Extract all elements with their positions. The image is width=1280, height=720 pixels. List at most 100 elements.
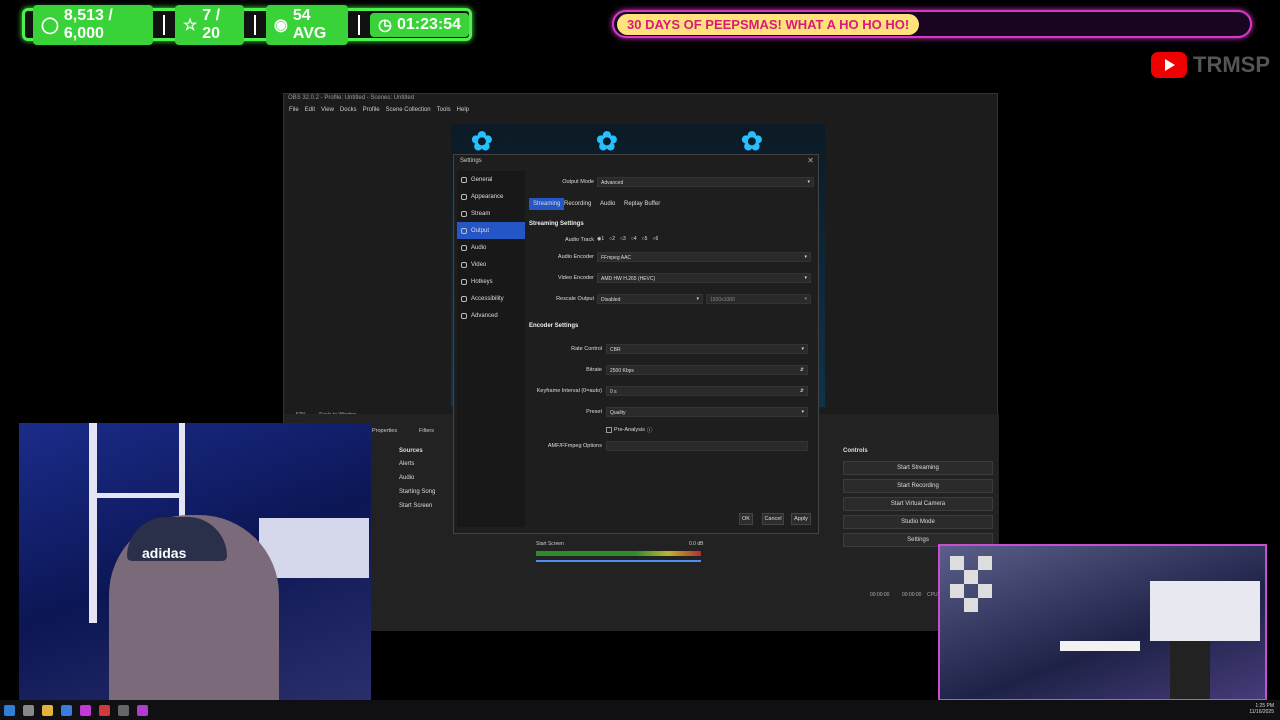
- shelf: [89, 493, 179, 498]
- audio-encoder-select[interactable]: FFmpeg AAC ▾: [597, 252, 811, 262]
- mixer-source-name: Start Screen: [536, 541, 564, 547]
- tab-replay-buffer[interactable]: Replay Buffer: [620, 198, 664, 210]
- sidebar-item-hotkeys[interactable]: Hotkeys: [457, 273, 525, 290]
- bitrate-spinbox[interactable]: 2500 Kbps ⇵: [606, 365, 808, 375]
- system-clock[interactable]: 1:25 PM 11/16/2025: [1249, 703, 1274, 715]
- menu-tools[interactable]: Tools: [437, 107, 451, 113]
- controls-header: Controls: [843, 448, 868, 454]
- chevron-down-icon: ▾: [804, 275, 807, 281]
- preset-select[interactable]: Quality ▾: [606, 407, 808, 417]
- pre-analysis-checkbox[interactable]: Pre-Analysis ⓘ: [606, 426, 652, 434]
- monitor-icon: [461, 261, 467, 268]
- app-icon[interactable]: [137, 704, 148, 716]
- menu-edit[interactable]: Edit: [305, 107, 315, 113]
- encoder-settings-heading: Encoder Settings: [529, 323, 579, 329]
- brand-name: TRMSP: [1193, 52, 1270, 77]
- menu-docks[interactable]: Docks: [340, 107, 357, 113]
- app-icon[interactable]: [61, 704, 72, 716]
- divider: [254, 14, 256, 35]
- marquee-text: 30 DAYS OF PEEPSMAS! WHAT A HO HO HO!: [617, 13, 920, 35]
- studio-mode-button[interactable]: Studio Mode: [843, 515, 993, 529]
- uptime-stat: ◷ 01:23:54: [370, 12, 470, 37]
- video-encoder-select[interactable]: AMD HW H.265 (HEVC) ▾: [597, 273, 811, 283]
- output-mode-select[interactable]: Advanced ▾: [597, 177, 814, 187]
- start-virtual-camera-button[interactable]: Start Virtual Camera: [843, 497, 993, 511]
- search-icon[interactable]: [23, 704, 34, 716]
- preview-graphic: ✿: [471, 126, 493, 156]
- rate-control-label: Rate Control: [571, 346, 602, 352]
- amf-options-input[interactable]: [606, 441, 808, 451]
- rescale-output-select[interactable]: Disabled ▾: [597, 294, 703, 304]
- stream-stats-bar: ◯ 8,513 / 6,000 ☆ 7 / 20 ◉ 54 AVG ◷ 01:23:54: [22, 4, 472, 45]
- volume-slider[interactable]: [536, 560, 701, 562]
- close-icon[interactable]: ✕: [807, 156, 814, 165]
- obs-menubar: File Edit View Docks Profile Scene Colle…: [284, 104, 997, 116]
- audio-track-radio[interactable]: ○2: [609, 236, 615, 242]
- menu-file[interactable]: File: [289, 107, 299, 113]
- menu-view[interactable]: View: [321, 107, 334, 113]
- info-icon: ⓘ: [646, 428, 653, 434]
- apply-button[interactable]: Apply: [791, 513, 811, 525]
- rescale-resolution-select[interactable]: 1920x1080 ▾: [706, 294, 811, 304]
- taskbar: 1:25 PM 11/16/2025: [0, 700, 1280, 720]
- sidebar-item-video[interactable]: Video: [457, 256, 525, 273]
- chevron-down-icon: ▾: [807, 179, 810, 185]
- obs-icon[interactable]: [118, 704, 129, 716]
- preset-label: Preset: [586, 409, 602, 415]
- menu-profile[interactable]: Profile: [363, 107, 380, 113]
- accessibility-icon: [461, 295, 467, 302]
- viewers-stat: ◉ 54 AVG: [265, 4, 349, 45]
- start-recording-button[interactable]: Start Recording: [843, 479, 993, 493]
- checker-tile: [978, 584, 992, 598]
- folder-icon[interactable]: [42, 704, 53, 716]
- speaker-icon: [461, 244, 467, 251]
- menu-help[interactable]: Help: [457, 107, 469, 113]
- tab-audio[interactable]: Audio: [596, 198, 619, 210]
- tab-properties[interactable]: Properties: [372, 428, 397, 434]
- monitors: [1150, 581, 1260, 641]
- menu-scene-collection[interactable]: Scene Collection: [386, 107, 431, 113]
- cancel-button[interactable]: Cancel: [762, 513, 784, 525]
- tab-filters[interactable]: Filters: [419, 428, 434, 434]
- person-icon: ◯: [41, 16, 59, 34]
- sidebar-item-general[interactable]: General: [457, 171, 525, 188]
- sidebar-item-accessibility[interactable]: Accessibility: [457, 290, 525, 307]
- audio-track-radio[interactable]: ○3: [620, 236, 626, 242]
- preview-graphic: ✿: [596, 126, 618, 156]
- browser-icon[interactable]: [99, 704, 110, 716]
- windows-start-icon[interactable]: [4, 704, 15, 716]
- divider: [358, 14, 360, 35]
- status-time: 00:00:00: [870, 592, 890, 598]
- tab-recording[interactable]: Recording: [560, 198, 595, 210]
- rate-control-select[interactable]: CBR ▾: [606, 344, 808, 354]
- preview-graphic: ✿: [741, 126, 763, 156]
- keyframe-interval-spinbox[interactable]: 0 s ⇵: [606, 386, 808, 396]
- start-streaming-button[interactable]: Start Streaming: [843, 461, 993, 475]
- checkbox-icon: [606, 427, 612, 433]
- audio-track-radio[interactable]: ○5: [642, 236, 648, 242]
- chair: [1170, 641, 1210, 699]
- checker-tile: [964, 570, 978, 584]
- sidebar-item-audio[interactable]: Audio: [457, 239, 525, 256]
- sidebar-item-appearance[interactable]: Appearance: [457, 188, 525, 205]
- chevron-down-icon: ▾: [804, 254, 807, 260]
- couch: [259, 518, 369, 578]
- sidebar-item-stream[interactable]: Stream: [457, 205, 525, 222]
- app-icon[interactable]: [80, 704, 91, 716]
- shelf: [89, 423, 97, 623]
- audio-track-radio[interactable]: ○6: [652, 236, 658, 242]
- divider: [163, 14, 165, 35]
- audio-track-radio[interactable]: ◉1: [597, 236, 604, 242]
- follower-stat: ◯ 8,513 / 6,000: [33, 4, 154, 45]
- audio-track-radios: ◉1 ○2 ○3 ○4 ○5 ○6: [597, 236, 658, 242]
- audio-track-radio[interactable]: ○4: [631, 236, 637, 242]
- output-mode-label: Output Mode: [562, 179, 594, 185]
- chevron-down-icon: ▾: [804, 296, 807, 302]
- marquee-banner: 30 DAYS OF PEEPSMAS! WHAT A HO HO HO!: [612, 10, 1252, 38]
- sidebar-item-output[interactable]: Output: [457, 222, 525, 239]
- settings-title: Settings: [460, 158, 482, 164]
- eye-icon: ◉: [273, 16, 288, 34]
- sidebar-item-advanced[interactable]: Advanced: [457, 307, 525, 324]
- ok-button[interactable]: OK: [739, 513, 753, 525]
- webcam-streamer: adidas: [19, 423, 371, 701]
